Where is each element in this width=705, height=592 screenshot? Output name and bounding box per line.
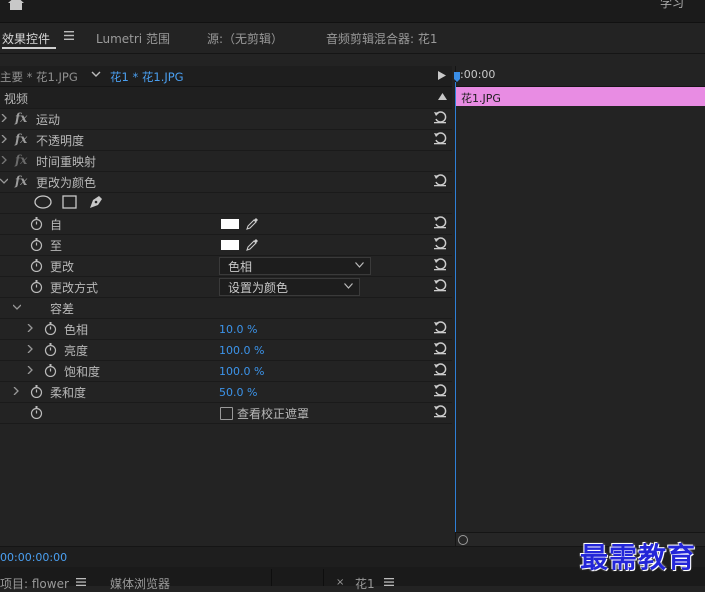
tab-effect-controls[interactable]: 效果控件 xyxy=(2,30,50,47)
chevron-right-icon[interactable] xyxy=(26,366,34,374)
change-by-dropdown[interactable]: 设置为颜色 xyxy=(219,278,360,296)
chevron-right-icon[interactable] xyxy=(26,345,34,353)
panel-menu-icon[interactable] xyxy=(64,31,74,40)
tab-audio-clip-mixer[interactable]: 音频剪辑混合器: 花1 xyxy=(326,30,438,47)
reset-icon[interactable] xyxy=(433,131,447,145)
panel-menu-icon[interactable] xyxy=(76,578,86,586)
param-label-change-by: 更改方式 xyxy=(50,281,99,295)
param-label-tolerance: 容差 xyxy=(50,302,75,316)
hue-value[interactable]: 10.0 % xyxy=(219,323,257,336)
view-mask-checkbox[interactable] xyxy=(220,407,233,420)
reset-icon[interactable] xyxy=(433,257,447,271)
stopwatch-icon[interactable] xyxy=(30,238,43,251)
home-icon[interactable] xyxy=(6,0,26,10)
tab-media-browser[interactable]: 媒体浏览器 xyxy=(110,575,170,592)
reset-icon[interactable] xyxy=(433,110,447,124)
tab-sequence[interactable]: 花1 xyxy=(355,575,375,592)
pen-mask-icon[interactable] xyxy=(88,194,104,210)
master-clip-label[interactable]: 主要 * 花1.JPG xyxy=(0,69,78,85)
softness-value[interactable]: 50.0 % xyxy=(219,386,257,399)
effect-label-time-remap: 时间重映射 xyxy=(36,155,97,169)
param-label-saturation: 饱和度 xyxy=(64,365,101,379)
chevron-right-icon[interactable] xyxy=(0,156,8,164)
stopwatch-icon[interactable] xyxy=(30,259,43,272)
tab-source[interactable]: 源:（无剪辑） xyxy=(207,30,283,47)
reset-icon[interactable] xyxy=(433,320,447,334)
to-color-swatch[interactable] xyxy=(221,240,239,250)
fx-icon[interactable]: fx xyxy=(15,174,27,188)
fx-icon: fx xyxy=(15,153,28,167)
collapse-up-icon[interactable] xyxy=(438,93,447,100)
ruler-timecode: :00:00 xyxy=(460,68,496,81)
effect-label-opacity: 不透明度 xyxy=(36,134,85,148)
reset-icon[interactable] xyxy=(433,215,447,229)
tab-project[interactable]: 项目: flower xyxy=(0,575,69,592)
clip-name: 花1.JPG xyxy=(461,92,501,105)
current-timecode[interactable]: 00:00:00:00 xyxy=(0,551,67,564)
panel-divider xyxy=(323,569,324,586)
change-dropdown[interactable]: 色相 xyxy=(219,257,371,275)
effect-label-change-to-color: 更改为颜色 xyxy=(36,176,97,190)
stopwatch-icon[interactable] xyxy=(44,322,57,335)
stopwatch-icon[interactable] xyxy=(30,406,43,419)
video-section-header xyxy=(0,87,452,109)
eyedropper-icon[interactable] xyxy=(246,216,260,230)
chevron-down-icon[interactable] xyxy=(13,303,21,311)
chevron-right-icon[interactable] xyxy=(12,387,20,395)
reset-icon[interactable] xyxy=(433,383,447,397)
playhead-line[interactable] xyxy=(455,82,456,532)
lightness-value[interactable]: 100.0 % xyxy=(219,344,264,357)
reset-icon[interactable] xyxy=(433,404,447,418)
view-mask-label: 查看校正遮罩 xyxy=(237,407,310,421)
ellipse-mask-icon[interactable] xyxy=(34,195,52,209)
reset-icon[interactable] xyxy=(433,173,447,187)
param-label-from: 自 xyxy=(50,218,63,232)
param-label-lightness: 亮度 xyxy=(64,344,89,358)
chevron-right-icon[interactable] xyxy=(26,324,34,332)
chevron-down-icon[interactable] xyxy=(91,69,101,79)
zoom-handle[interactable] xyxy=(458,535,468,545)
chevron-right-icon[interactable] xyxy=(0,114,8,122)
active-tab-indicator xyxy=(2,47,56,49)
param-label-hue: 色相 xyxy=(64,323,89,337)
reset-icon[interactable] xyxy=(433,236,447,250)
eyedropper-icon[interactable] xyxy=(246,237,260,251)
chevron-right-icon[interactable] xyxy=(0,135,8,143)
learn-tab[interactable]: 学习 xyxy=(660,0,684,11)
chevron-down-icon xyxy=(344,283,353,289)
reset-icon[interactable] xyxy=(433,362,447,376)
effect-timeline-area[interactable] xyxy=(455,66,705,546)
saturation-value[interactable]: 100.0 % xyxy=(219,365,264,378)
stopwatch-icon[interactable] xyxy=(30,217,43,230)
effect-label-motion: 运动 xyxy=(36,113,61,127)
param-label-softness: 柔和度 xyxy=(50,386,87,400)
tab-lumetri-scopes[interactable]: Lumetri 范围 xyxy=(96,30,170,47)
panel-menu-icon[interactable] xyxy=(384,578,394,586)
rectangle-mask-icon[interactable] xyxy=(62,195,77,209)
play-triangle-icon[interactable] xyxy=(438,71,446,80)
from-color-swatch[interactable] xyxy=(221,219,239,229)
fx-icon[interactable]: fx xyxy=(15,132,27,146)
stopwatch-icon[interactable] xyxy=(30,385,43,398)
stopwatch-icon[interactable] xyxy=(44,343,57,356)
watermark: 最需教育 xyxy=(580,541,697,574)
close-icon[interactable]: × xyxy=(336,577,344,588)
reset-icon[interactable] xyxy=(433,278,447,292)
reset-icon[interactable] xyxy=(433,341,447,355)
chevron-down-icon[interactable] xyxy=(0,177,8,185)
app-top-bar xyxy=(0,0,705,23)
fx-icon[interactable]: fx xyxy=(15,111,27,125)
sequence-clip-label[interactable]: 花1 * 花1.JPG xyxy=(110,69,184,85)
stopwatch-icon[interactable] xyxy=(30,280,43,293)
panel-divider xyxy=(271,569,272,586)
stopwatch-icon[interactable] xyxy=(44,364,57,377)
chevron-down-icon xyxy=(355,262,364,268)
param-label-to: 至 xyxy=(50,239,63,253)
effect-row-motion[interactable] xyxy=(0,108,452,130)
video-section-label: 视频 xyxy=(4,92,29,106)
playhead-handle-icon[interactable] xyxy=(454,72,460,82)
change-dropdown-value: 色相 xyxy=(228,260,253,274)
param-label-change: 更改 xyxy=(50,260,75,274)
change-by-dropdown-value: 设置为颜色 xyxy=(228,281,289,295)
